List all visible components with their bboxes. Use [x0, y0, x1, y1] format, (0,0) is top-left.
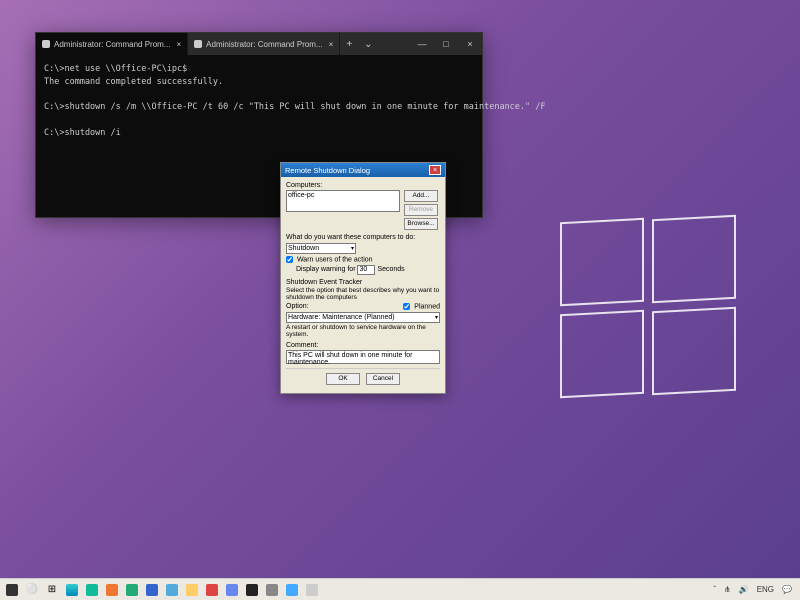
network-icon[interactable]: ⋔ — [722, 585, 733, 594]
tracker-title: Shutdown Event Tracker — [286, 279, 440, 286]
system-tray[interactable]: ˆ ⋔ 🔊 ENG 💬 — [711, 585, 798, 594]
planned-checkbox[interactable] — [403, 303, 410, 310]
terminal-output[interactable]: C:\>net use \\Office-PC\ipc$ The command… — [36, 55, 482, 148]
reason-select[interactable]: Hardware: Maintenance (Planned) — [286, 312, 440, 323]
volume-icon[interactable]: 🔊 — [737, 585, 751, 594]
terminal-icon[interactable] — [243, 581, 261, 599]
start-button[interactable] — [3, 581, 21, 599]
taskbar-app-icon[interactable] — [103, 581, 121, 599]
taskbar-app-icon[interactable] — [303, 581, 321, 599]
browse-button[interactable]: Browse... — [404, 218, 438, 230]
taskbar[interactable]: ⚪ ⊞ ˆ ⋔ 🔊 ENG 💬 — [0, 578, 800, 600]
windows-logo — [560, 220, 740, 400]
reason-desc: A restart or shutdown to service hardwar… — [286, 324, 440, 338]
new-tab-button[interactable]: + — [340, 39, 358, 50]
remove-button[interactable]: Remove — [404, 204, 438, 216]
tab-label: Administrator: Command Prom... — [54, 40, 170, 49]
terminal-tab-1[interactable]: Administrator: Command Prom... × — [36, 33, 188, 55]
cmd-icon — [42, 40, 50, 48]
comment-label: Comment: — [286, 342, 440, 349]
explorer-icon[interactable] — [183, 581, 201, 599]
warn-display-label: Display warning for — [296, 266, 356, 273]
remote-shutdown-dialog: Remote Shutdown Dialog × Computers: offi… — [280, 162, 446, 394]
comment-input[interactable]: This PC will shut down in one minute for… — [286, 350, 440, 364]
tracker-desc: Select the option that best describes wh… — [286, 287, 440, 301]
tab-label: Administrator: Command Prom... — [206, 40, 322, 49]
dialog-title: Remote Shutdown Dialog — [285, 166, 370, 175]
planned-label: Planned — [414, 304, 440, 311]
language-indicator[interactable]: ENG — [755, 585, 776, 594]
close-button[interactable]: × — [458, 39, 482, 49]
computers-list[interactable]: office-pc — [286, 190, 400, 212]
close-icon[interactable]: × — [329, 40, 334, 49]
task-view-icon[interactable]: ⊞ — [43, 581, 61, 599]
close-icon[interactable]: × — [176, 40, 181, 49]
taskbar-app-icon[interactable] — [223, 581, 241, 599]
cancel-button[interactable]: Cancel — [366, 373, 400, 385]
taskbar-app-icon[interactable] — [283, 581, 301, 599]
seconds-label: Seconds — [377, 266, 404, 273]
close-icon[interactable]: × — [429, 165, 441, 175]
taskbar-app-icon[interactable] — [203, 581, 221, 599]
option-label: Option: — [286, 303, 309, 310]
warn-checkbox[interactable] — [286, 256, 293, 263]
cmd-icon — [194, 40, 202, 48]
taskbar-app-icon[interactable] — [163, 581, 181, 599]
maximize-button[interactable]: □ — [434, 39, 458, 49]
action-select[interactable]: Shutdown — [286, 243, 356, 254]
tab-dropdown-icon[interactable]: ⌄ — [358, 39, 378, 50]
action-label: What do you want these computers to do: — [286, 234, 440, 241]
computers-label: Computers: — [286, 182, 440, 189]
add-button[interactable]: Add... — [404, 190, 438, 202]
warn-seconds-input[interactable]: 30 — [357, 265, 375, 275]
taskbar-app-icon[interactable] — [83, 581, 101, 599]
tray-overflow-icon[interactable]: ˆ — [711, 585, 718, 594]
search-icon[interactable]: ⚪ — [23, 581, 41, 599]
taskbar-app-icon[interactable] — [123, 581, 141, 599]
dialog-titlebar[interactable]: Remote Shutdown Dialog × — [281, 163, 445, 177]
ok-button[interactable]: OK — [326, 373, 360, 385]
terminal-titlebar[interactable]: Administrator: Command Prom... × Adminis… — [36, 33, 482, 55]
warn-label: Warn users of the action — [297, 256, 373, 263]
edge-icon[interactable] — [63, 581, 81, 599]
taskbar-app-icon[interactable] — [263, 581, 281, 599]
notifications-icon[interactable]: 💬 — [780, 585, 794, 594]
terminal-tab-2[interactable]: Administrator: Command Prom... × — [188, 33, 340, 55]
minimize-button[interactable]: — — [410, 39, 434, 49]
taskbar-app-icon[interactable] — [143, 581, 161, 599]
